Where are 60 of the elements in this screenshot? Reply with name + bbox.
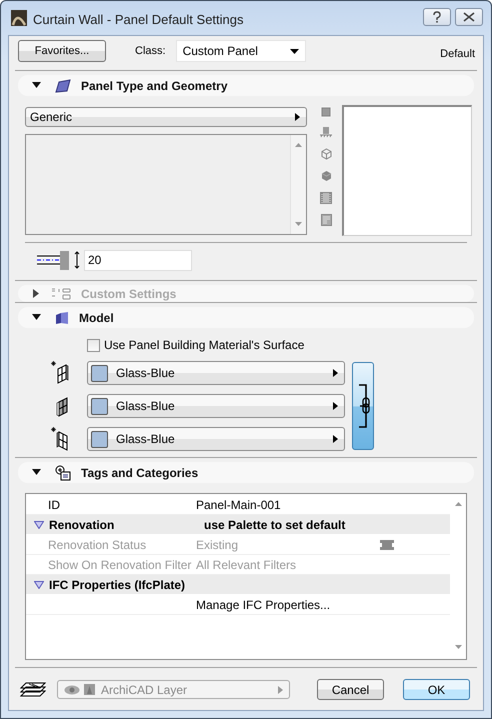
dialog-button[interactable]: OK [403, 679, 470, 700]
section-view-icon[interactable] [320, 127, 332, 138]
panel-type-dropdown[interactable]: Generic [25, 107, 307, 127]
window-title: Curtain Wall - Panel Default Settings [33, 12, 245, 26]
section-header[interactable]: Model [18, 307, 474, 328]
class-label: Class: [135, 45, 166, 57]
help-icon [432, 11, 442, 23]
thickness-field[interactable]: 20 [84, 250, 192, 270]
panel-type-list[interactable] [25, 134, 307, 235]
scroll-up-icon[interactable] [454, 502, 462, 506]
submenu-arrow-icon [278, 686, 283, 694]
link-toggle-button[interactable] [352, 362, 374, 450]
dialog-button[interactable]: Cancel [317, 679, 384, 700]
property-name: Renovation Status [48, 538, 146, 552]
layers-icon [20, 682, 46, 698]
expand-triangle-icon[interactable] [34, 520, 44, 528]
eye-icon [64, 684, 80, 694]
lock-icon [84, 684, 95, 695]
scrollbar[interactable] [290, 135, 306, 234]
default-status: Default [440, 48, 475, 60]
property-name: Show On Renovation Filter [48, 558, 192, 572]
property-name: ID [48, 498, 60, 512]
material-dropdown[interactable]: Glass-Blue [87, 361, 345, 385]
group-title: Renovation [49, 518, 114, 532]
scroll-down-icon[interactable] [454, 645, 462, 649]
class-dropdown[interactable]: Custom Panel [176, 40, 306, 62]
favorites-button[interactable]: Favorites... [18, 40, 106, 62]
submenu-arrow-icon [333, 369, 338, 377]
close-button[interactable] [455, 8, 483, 26]
submenu-arrow-icon [333, 402, 338, 410]
thickness-icon [36, 248, 82, 272]
help-button[interactable] [423, 8, 451, 26]
group-title: IFC Properties (IfcPlate) [49, 578, 186, 592]
dropdown-arrow-icon [290, 48, 299, 54]
submenu-arrow-icon [333, 435, 338, 443]
wireframe-cube-icon[interactable] [320, 148, 332, 160]
submenu-arrow-icon [295, 113, 300, 121]
tag-list-icon [55, 464, 71, 480]
checkbox-label: Use Panel Building Material's Surface [104, 338, 304, 352]
glass-panel-icon [51, 361, 71, 385]
expand-triangle-icon[interactable] [34, 580, 44, 588]
scroll-down-icon[interactable] [295, 222, 302, 226]
scroll-up-icon[interactable] [295, 143, 302, 147]
close-icon [463, 12, 475, 22]
list-icon[interactable] [320, 214, 332, 226]
property-value[interactable]: Panel-Main-001 [196, 498, 281, 512]
material-dropdown[interactable]: Glass-Blue [87, 427, 345, 451]
film-icon[interactable] [320, 192, 332, 204]
settings-icon [51, 288, 71, 300]
section-header[interactable]: Tags and Categories [18, 462, 474, 483]
checkbox[interactable] [87, 338, 100, 352]
wall-icon [55, 310, 69, 324]
material-dropdown[interactable]: Glass-Blue [87, 394, 345, 418]
solid-cube-icon[interactable] [320, 170, 332, 182]
square-icon[interactable] [321, 107, 331, 117]
group-note: use Palette to set default [204, 518, 346, 532]
app-logo-icon [11, 10, 27, 26]
panel-icon [55, 78, 71, 92]
section-header[interactable]: Panel Type and Geometry [18, 75, 474, 96]
property-value[interactable]: Manage IFC Properties... [196, 598, 330, 612]
